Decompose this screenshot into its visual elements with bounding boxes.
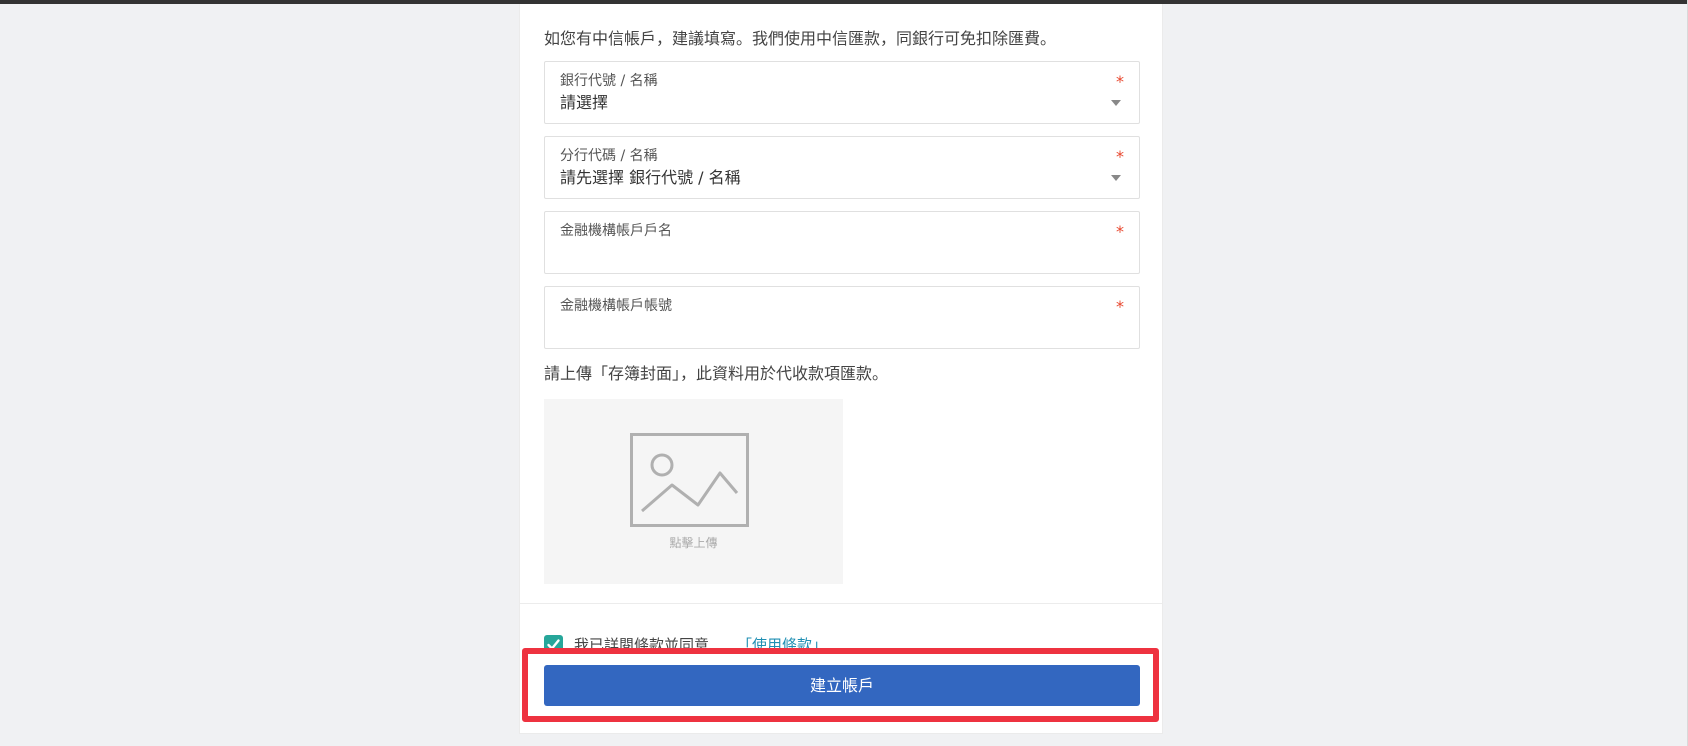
upload-hint: 點擊上傳 <box>669 536 718 550</box>
agree-checkbox[interactable] <box>544 635 563 654</box>
account-number-label: 金融機構帳戶帳號 <box>560 298 672 314</box>
bank-code-label: 銀行代號 / 名稱 <box>560 73 658 89</box>
account-name-label: 金融機構帳戶戶名 <box>560 223 672 239</box>
upload-instruction: 請上傳「存簿封面」，此資料用於代收款項匯款。 <box>544 364 889 383</box>
bank-code-select[interactable]: 銀行代號 / 名稱 請選擇 * <box>544 61 1140 124</box>
checkmark-icon <box>547 639 560 650</box>
agree-text: 我已詳閱條款並同意 <box>574 636 710 654</box>
branch-code-label: 分行代碼 / 名稱 <box>560 148 658 164</box>
branch-code-select[interactable]: 分行代碼 / 名稱 請先選擇 銀行代號 / 名稱 * <box>544 136 1140 199</box>
terms-of-use-link[interactable]: 「使用條款」 <box>737 634 827 656</box>
image-placeholder-icon <box>630 433 749 527</box>
required-asterisk: * <box>1116 297 1124 316</box>
required-asterisk: * <box>1116 147 1124 166</box>
account-number-field[interactable]: 金融機構帳戶帳號 * <box>544 286 1140 349</box>
bank-code-value: 請選擇 <box>560 93 609 112</box>
required-asterisk: * <box>1116 222 1124 241</box>
section-divider <box>520 603 1162 604</box>
passbook-upload-button[interactable]: 點擊上傳 <box>544 399 843 584</box>
branch-code-value: 請先選擇 銀行代號 / 名稱 <box>560 168 741 187</box>
create-account-button[interactable]: 建立帳戶 <box>544 665 1140 706</box>
required-asterisk: * <box>1116 72 1124 91</box>
corner-partial-glyphs <box>1470 738 1590 746</box>
chevron-down-icon <box>1111 175 1121 181</box>
bank-account-form-card: 如您有中信帳戶，建議填寫。我們使用中信匯款，同銀行可免扣除匯費。 銀行代號 / … <box>519 4 1163 734</box>
chevron-down-icon <box>1111 100 1121 106</box>
account-name-field[interactable]: 金融機構帳戶戶名 * <box>544 211 1140 274</box>
intro-note: 如您有中信帳戶，建議填寫。我們使用中信匯款，同銀行可免扣除匯費。 <box>544 29 1057 48</box>
